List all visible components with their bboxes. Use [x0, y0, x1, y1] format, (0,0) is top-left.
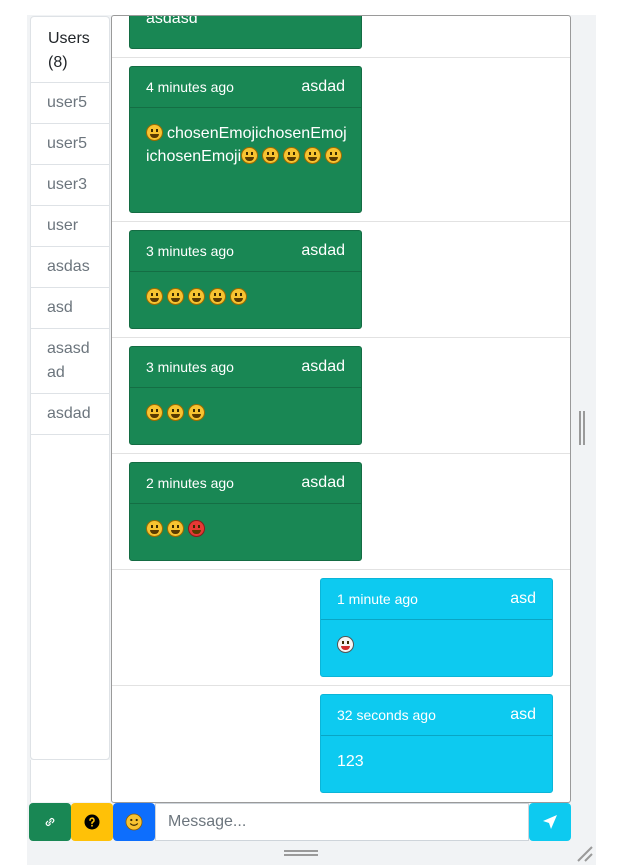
question-circle-icon [84, 814, 100, 830]
message-time: 4 minutes ago [146, 79, 234, 95]
message-bubble: 2 minutes ago asdad [129, 462, 362, 561]
emoji-icon [325, 147, 343, 164]
message-sender: asd [510, 590, 536, 607]
message-sender: asdad [301, 474, 345, 491]
message-time: 3 minutes ago [146, 243, 234, 259]
emoji-icon [146, 288, 163, 305]
message-bubble: 32 seconds ago asd 123 [320, 694, 553, 793]
message-sender: asdad [301, 358, 345, 375]
message-bubble: 3 minutes ago asdad [129, 346, 362, 445]
message-input[interactable] [155, 803, 529, 841]
emoji-picker-button[interactable] [113, 803, 155, 841]
message-row: 4 minutes ago asdad chosenEmojichosenEmoj… [112, 58, 570, 222]
help-button[interactable] [71, 803, 113, 841]
emoji-icon [241, 147, 259, 164]
resize-corner-icon[interactable] [575, 844, 593, 862]
user-list-item[interactable]: user5 [31, 83, 109, 124]
message-body [130, 388, 361, 425]
clown-emoji-icon [337, 636, 354, 653]
vertical-resize-handle[interactable] [579, 411, 585, 445]
angry-emoji-icon [188, 520, 205, 537]
message-body: chosenEmojichosenEmojichosenEmoji [130, 108, 361, 168]
message-time: 2 minutes ago [146, 475, 234, 491]
attach-link-button[interactable] [29, 803, 71, 841]
message-time: 3 minutes ago [146, 359, 234, 375]
message-text: 123 [337, 753, 364, 770]
send-button[interactable] [529, 803, 571, 841]
emoji-icon [283, 147, 301, 164]
link-icon [45, 818, 55, 826]
user-name: asasdad [47, 340, 90, 381]
emoji-icon [230, 288, 247, 305]
user-list-item[interactable]: user [31, 206, 109, 247]
emoji-icon [188, 288, 205, 305]
emoji-icon [262, 147, 280, 164]
emoji-icon [167, 404, 184, 421]
emoji-icon [146, 124, 163, 141]
message-row: 2 minutes ago asdad [112, 454, 570, 570]
message-body [130, 504, 361, 541]
message-row: 3 minutes ago asdad [112, 222, 570, 338]
user-list-item[interactable]: asasdad [31, 329, 109, 394]
user-list-item[interactable]: user3 [31, 165, 109, 206]
user-list-item[interactable]: user5 [31, 124, 109, 165]
horizontal-resize-handle[interactable] [284, 850, 318, 856]
message-bubble: 4 minutes ago asdad chosenEmojichosenEmoj… [129, 66, 362, 213]
emoji-icon [209, 288, 226, 305]
message-time: 1 minute ago [337, 591, 418, 607]
message-row: 32 seconds ago asd 123 [112, 686, 570, 802]
message-bubble: 1 minute ago asd [320, 578, 553, 677]
users-panel: Users (8) user5 user5 user3 user asdas a… [30, 16, 110, 760]
emoji-icon [146, 520, 163, 537]
emoji-icon [304, 147, 322, 164]
users-panel-spacer [30, 760, 110, 802]
message-row: 3 minutes ago asdad [112, 338, 570, 454]
send-icon [543, 815, 557, 829]
message-time: 32 seconds ago [337, 707, 436, 723]
user-list-item[interactable]: asdas [31, 247, 109, 288]
emoji-icon [146, 404, 163, 421]
message-bubble: 3 minutes ago asdad [129, 230, 362, 329]
message-row: 1 minute ago asd [112, 570, 570, 686]
emoji-icon [167, 520, 184, 537]
message-body [130, 272, 361, 309]
message-bubble: asdasd [129, 15, 362, 49]
message-sender: asdad [301, 78, 345, 95]
message-text: asdasd [146, 15, 198, 27]
message-row: asdasd [112, 16, 570, 58]
user-list-item[interactable]: asd [31, 288, 109, 329]
emoji-icon [167, 288, 184, 305]
smiley-icon [125, 813, 143, 831]
message-sender: asdad [301, 242, 345, 259]
user-list-item[interactable]: asdad [31, 394, 109, 435]
message-body [321, 620, 552, 657]
emoji-icon [188, 404, 205, 421]
users-header: Users (8) [31, 17, 109, 83]
messages-pane[interactable]: asdasd 4 minutes ago asdad chosenEmojicho… [111, 15, 571, 803]
message-sender: asd [510, 706, 536, 723]
